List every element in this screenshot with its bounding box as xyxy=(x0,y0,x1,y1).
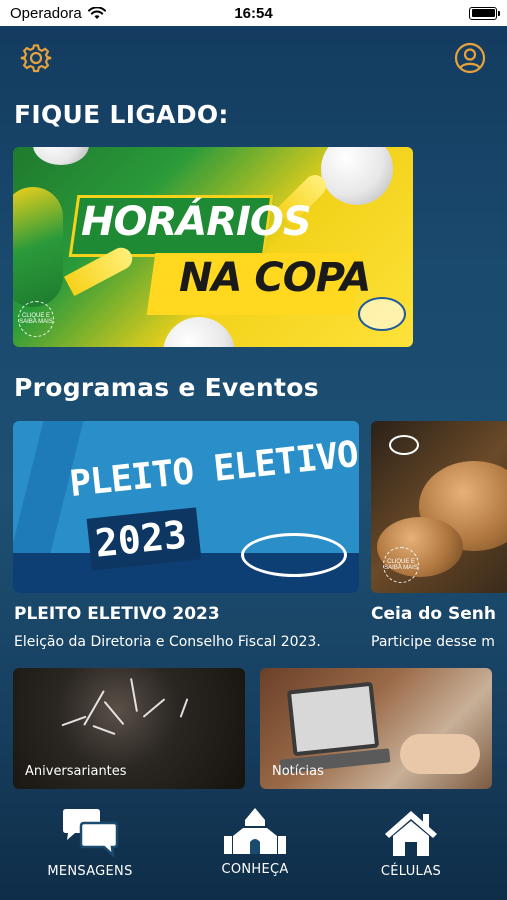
status-bar: Operadora 16:54 xyxy=(0,0,507,26)
laptop-image xyxy=(286,681,380,757)
shortcut-label: Notícias xyxy=(272,764,324,779)
banner-title-line1: HORÁRIOS xyxy=(81,199,312,245)
tab-label: CONHEÇA xyxy=(221,862,289,877)
church-logo xyxy=(241,533,347,577)
tab-mensagens[interactable]: MENSAGENS xyxy=(40,808,140,879)
pleito-art-title: PLEITO ELETIVO xyxy=(67,433,359,506)
carrier-label: Operadora xyxy=(10,4,82,22)
church-icon xyxy=(224,808,286,854)
hand-image xyxy=(400,734,480,774)
banner-ball xyxy=(33,147,89,165)
church-logo xyxy=(389,435,419,455)
tab-label: MENSAGENS xyxy=(47,864,133,879)
program-title[interactable]: Ceia do Senh xyxy=(371,604,496,624)
banner-ball xyxy=(163,317,235,347)
chat-bubbles-icon xyxy=(63,809,119,858)
church-logo xyxy=(358,297,406,331)
featured-banner[interactable]: HORÁRIOS NA COPA CLIQUE E SAIBA MAIS xyxy=(13,147,413,347)
banner-ribbon xyxy=(13,187,63,307)
status-left: Operadora xyxy=(10,5,106,22)
programs-heading: Programas e Eventos xyxy=(14,373,319,402)
program-description: Eleição da Diretoria e Conselho Fiscal 2… xyxy=(14,634,321,650)
battery-icon xyxy=(469,6,500,20)
wifi-icon xyxy=(87,6,106,19)
tab-conheca[interactable]: CONHEÇA xyxy=(205,806,305,877)
program-title[interactable]: PLEITO ELETIVO 2023 xyxy=(14,604,220,624)
status-time: 16:54 xyxy=(234,4,273,22)
birthdays-card[interactable]: Aniversariantes xyxy=(13,668,245,789)
user-circle-icon[interactable] xyxy=(454,42,486,74)
news-card[interactable]: Notícias xyxy=(260,668,492,789)
program-description: Participe desse m xyxy=(371,634,495,650)
banner-ball xyxy=(321,147,393,205)
click-badge: CLIQUE E SAIBA MAIS xyxy=(18,301,54,337)
tab-celulas[interactable]: CÉLULAS xyxy=(361,808,461,879)
home-icon xyxy=(385,811,437,856)
program-card-ceia[interactable]: CLIQUE E SAIBA MAIS xyxy=(371,421,507,593)
click-badge: CLIQUE E SAIBA MAIS xyxy=(383,547,419,583)
banner-title-line2: NA COPA xyxy=(179,255,371,301)
tab-label: CÉLULAS xyxy=(380,864,442,879)
program-card-pleito[interactable]: PLEITO ELETIVO 2023 xyxy=(13,421,359,593)
featured-heading: FIQUE LIGADO: xyxy=(14,100,229,129)
gear-icon[interactable] xyxy=(20,42,52,74)
shortcut-label: Aniversariantes xyxy=(25,764,127,779)
